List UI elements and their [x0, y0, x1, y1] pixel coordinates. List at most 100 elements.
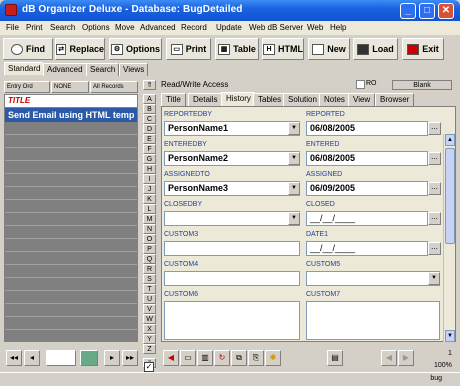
alpha-o[interactable]: O	[143, 234, 156, 244]
alpha-w[interactable]: W	[143, 314, 156, 324]
menu-print[interactable]: Print	[26, 23, 42, 32]
date1-field[interactable]: __/__/____	[306, 241, 428, 256]
alpha-g[interactable]: G	[143, 154, 156, 164]
alpha-e[interactable]: E	[143, 134, 156, 144]
alpha-y[interactable]: Y	[143, 334, 156, 344]
read-only-checkbox[interactable]	[356, 80, 365, 89]
custom7-memo[interactable]	[306, 301, 440, 340]
chevron-down-icon[interactable]: ▼	[288, 122, 300, 135]
alpha-h[interactable]: H	[143, 164, 156, 174]
date-picker-button[interactable]: ...	[428, 122, 441, 135]
alpha-p[interactable]: P	[143, 244, 156, 254]
entered-field[interactable]: 06/08/2005	[306, 151, 428, 166]
custom3-field[interactable]	[164, 241, 300, 256]
chevron-down-icon[interactable]: ▼	[288, 152, 300, 165]
tab-search[interactable]: Search	[86, 63, 120, 76]
new-button[interactable]: New	[308, 38, 350, 60]
tab-title[interactable]: Title	[161, 93, 186, 106]
alpha-s[interactable]: S	[143, 274, 156, 284]
last-record-button[interactable]: ▸▸	[122, 350, 138, 366]
find-button[interactable]: Find	[3, 38, 53, 60]
chevron-down-icon[interactable]: ▼	[288, 182, 300, 195]
lightbulb-icon[interactable]: ✱	[265, 350, 281, 366]
options-button[interactable]: ⚙ Options	[109, 38, 162, 60]
tab-details[interactable]: Details	[188, 93, 223, 106]
menu-search[interactable]: Search	[50, 23, 75, 32]
alpha-i[interactable]: I	[143, 174, 156, 184]
print-record-icon[interactable]: ▭	[180, 350, 196, 366]
scroll-down-arrow[interactable]: ▼	[445, 330, 455, 342]
record-number-input[interactable]	[46, 350, 76, 366]
tab-view[interactable]: View	[348, 93, 376, 106]
menu-options[interactable]: Options	[82, 23, 110, 32]
table-button[interactable]: ▦ Table	[215, 38, 259, 60]
scroll-thumb[interactable]	[445, 148, 455, 244]
tab-browser[interactable]: Browser	[375, 93, 415, 106]
next-arrow-icon[interactable]: ▶	[398, 350, 414, 366]
all-records-button[interactable]: All Records	[90, 81, 138, 93]
list-column-header[interactable]: TITLE	[5, 95, 137, 107]
back-arrow-icon[interactable]: ◀	[163, 350, 179, 366]
print-button[interactable]: ▭ Print	[166, 38, 211, 60]
alpha-q[interactable]: Q	[143, 254, 156, 264]
alpha-t[interactable]: T	[143, 284, 156, 294]
trash-icon[interactable]: ▥	[197, 350, 213, 366]
replace-button[interactable]: ⇄ Replace	[55, 38, 105, 60]
tab-advanced[interactable]: Advanced	[43, 63, 87, 76]
select-checkbox[interactable]: ✓	[144, 362, 154, 372]
maximize-button[interactable]: □	[419, 3, 435, 19]
prev-record-button[interactable]: ◂	[24, 350, 40, 366]
tab-history[interactable]: History	[221, 92, 256, 106]
menu-update[interactable]: Update	[216, 23, 242, 32]
paste-record-icon[interactable]: ⎘	[248, 350, 264, 366]
load-button[interactable]: Load	[353, 38, 398, 60]
refresh-icon[interactable]: ↻	[214, 350, 230, 366]
form-scrollbar[interactable]: ▲ ▼	[443, 134, 455, 342]
alpha-v[interactable]: V	[143, 304, 156, 314]
tab-tables[interactable]: Tables	[253, 93, 287, 106]
alpha-d[interactable]: D	[143, 124, 156, 134]
closed-field[interactable]: __/__/____	[306, 211, 428, 226]
alpha-z[interactable]: Z	[143, 344, 156, 354]
tab-views[interactable]: Views	[119, 63, 149, 76]
alpha-a[interactable]: A	[143, 94, 156, 104]
prev-arrow-icon[interactable]: ◀	[381, 350, 397, 366]
custom5-field[interactable]	[306, 271, 440, 286]
list-item-selected[interactable]: Send Email using HTML temp	[5, 108, 137, 122]
html-button[interactable]: H HTML	[262, 38, 304, 60]
first-record-button[interactable]: ◂◂	[6, 350, 22, 366]
alpha-x[interactable]: X	[143, 324, 156, 334]
chevron-down-icon[interactable]: ▼	[428, 272, 440, 285]
minimize-button[interactable]: _	[400, 3, 416, 19]
chevron-down-icon[interactable]: ▼	[288, 212, 300, 225]
tab-solution[interactable]: Solution	[283, 93, 322, 106]
alpha-m[interactable]: M	[143, 214, 156, 224]
blank-button[interactable]: Blank	[392, 80, 452, 90]
menu-help[interactable]: Help	[330, 23, 346, 32]
copy-record-icon[interactable]: ⧉	[231, 350, 247, 366]
scroll-up-arrow[interactable]: ▲	[445, 134, 455, 146]
alpha-b[interactable]: B	[143, 104, 156, 114]
alpha-r[interactable]: R	[143, 264, 156, 274]
reported-field[interactable]: 06/08/2005	[306, 121, 428, 136]
menu-record[interactable]: Record	[181, 23, 207, 32]
alpha-u[interactable]: U	[143, 294, 156, 304]
date-picker-button[interactable]: ...	[428, 182, 441, 195]
menu-file[interactable]: File	[6, 23, 19, 32]
close-button[interactable]: ✕	[438, 3, 454, 19]
alpha-nav-up[interactable]: ⇑	[143, 80, 156, 90]
enteredby-field[interactable]: PersonName2	[164, 151, 300, 166]
report-icon[interactable]: ▤	[327, 350, 343, 366]
date-picker-button[interactable]: ...	[428, 152, 441, 165]
closedby-field[interactable]	[164, 211, 300, 226]
custom4-field[interactable]	[164, 271, 300, 286]
tab-standard[interactable]: Standard	[4, 62, 45, 75]
tab-notes[interactable]: Notes	[319, 93, 350, 106]
custom6-memo[interactable]	[164, 301, 300, 340]
menu-advanced[interactable]: Advanced	[140, 23, 176, 32]
reportedby-field[interactable]: PersonName1	[164, 121, 300, 136]
date-picker-button[interactable]: ...	[428, 212, 441, 225]
alpha-f[interactable]: F	[143, 144, 156, 154]
exit-button[interactable]: Exit	[402, 38, 444, 60]
none-button[interactable]: NONE	[51, 81, 89, 93]
